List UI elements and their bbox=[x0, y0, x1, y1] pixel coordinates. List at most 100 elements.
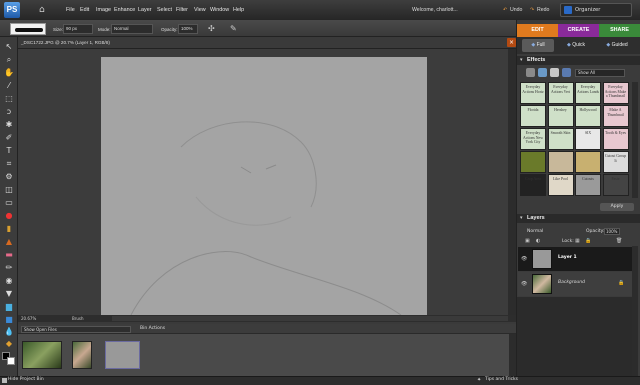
effects-filter-select[interactable]: Show All bbox=[575, 69, 625, 77]
effect-thumbnail[interactable]: Smooth Skin bbox=[547, 128, 574, 150]
magic-wand-tool-icon[interactable]: ✱ bbox=[3, 120, 15, 130]
collapse-layers-icon[interactable]: ▾ bbox=[520, 215, 523, 221]
airbrush-icon[interactable]: ✣ bbox=[208, 24, 215, 33]
effect-thumbnail[interactable] bbox=[575, 151, 601, 173]
menu-help[interactable]: Help bbox=[233, 7, 244, 13]
bin-scrollbar[interactable] bbox=[509, 334, 516, 376]
visibility-eye-icon[interactable]: 👁 bbox=[521, 281, 527, 287]
undo-button[interactable]: Undo bbox=[510, 5, 522, 15]
menu-window[interactable]: Window bbox=[210, 7, 229, 13]
redo-button[interactable]: Redo bbox=[537, 5, 549, 15]
smart-brush-tool-icon[interactable]: ◉ bbox=[3, 276, 15, 286]
effect-thumbnail[interactable]: Everyday Actions Lands bbox=[575, 82, 601, 104]
paint-bucket-tool-icon[interactable]: ▼ bbox=[3, 289, 15, 299]
layer-row-background[interactable]: 👁 Background 🔒 bbox=[518, 272, 632, 296]
hide-bin-icon[interactable] bbox=[2, 378, 7, 383]
hide-project-bin-button[interactable]: Hide Project Bin bbox=[8, 377, 44, 382]
close-document-icon[interactable]: × bbox=[507, 38, 516, 47]
tab-full[interactable]: ◆ Full bbox=[522, 39, 554, 52]
menu-file[interactable]: File bbox=[66, 7, 75, 13]
mode-select[interactable]: Normal bbox=[111, 24, 153, 34]
delete-layer-icon[interactable]: 🗑 bbox=[616, 238, 622, 244]
clone-stamp-tool-icon[interactable]: ▲ bbox=[3, 237, 15, 247]
menu-edit[interactable]: Edit bbox=[80, 7, 89, 13]
gradient-tool-icon[interactable]: ▆ bbox=[3, 302, 15, 312]
canvas-horizontal-scrollbar[interactable] bbox=[112, 316, 508, 321]
red-eye-tool-icon[interactable]: ● bbox=[3, 211, 15, 221]
eyedropper-tool-icon[interactable]: ⁄ bbox=[3, 81, 15, 91]
recompose-tool-icon[interactable]: ⚙ bbox=[3, 172, 15, 182]
sponge-tool-icon[interactable]: ◆ bbox=[3, 339, 15, 349]
bin-thumbnail-3[interactable] bbox=[105, 341, 140, 369]
menu-enhance[interactable]: Enhance bbox=[114, 7, 135, 13]
straighten-tool-icon[interactable]: ▭ bbox=[3, 198, 15, 208]
effect-thumbnail[interactable]: Hershey bbox=[547, 105, 574, 127]
crop-tool-icon[interactable]: ⌗ bbox=[3, 159, 15, 169]
quick-selection-tool-icon[interactable]: ✐ bbox=[3, 133, 15, 143]
background-color-swatch[interactable] bbox=[7, 357, 15, 365]
lock-transparency-icon[interactable]: ▦ bbox=[575, 238, 580, 244]
home-icon[interactable]: ⌂ bbox=[39, 5, 49, 15]
brush-tool-icon[interactable]: ✏ bbox=[3, 263, 15, 273]
effect-thumbnail[interactable]: SIX bbox=[575, 128, 601, 150]
photo-effects-icon[interactable] bbox=[550, 68, 559, 77]
effect-thumbnail[interactable] bbox=[547, 151, 574, 173]
tab-guided[interactable]: ◆ Guided bbox=[598, 39, 636, 52]
shape-tool-icon[interactable]: ■ bbox=[3, 315, 15, 325]
effect-thumbnail[interactable]: Paste bbox=[602, 174, 629, 196]
visibility-eye-icon[interactable]: 👁 bbox=[521, 256, 527, 262]
effect-thumbnail[interactable]: Hollywood bbox=[575, 105, 601, 127]
eraser-tool-icon[interactable]: ▬ bbox=[3, 250, 15, 260]
brush-preset-picker[interactable] bbox=[10, 23, 46, 35]
blur-tool-icon[interactable]: 💧 bbox=[3, 327, 15, 337]
opacity-field[interactable]: 100% bbox=[178, 24, 198, 34]
effect-thumbnail[interactable]: Everyday Actions Vert bbox=[547, 82, 574, 104]
lasso-tool-icon[interactable]: ↄ bbox=[3, 107, 15, 117]
tab-edit[interactable]: EDIT bbox=[517, 24, 558, 37]
tab-quick[interactable]: ◆ Quick bbox=[560, 39, 592, 52]
adjustment-layer-icon[interactable]: ◐ bbox=[536, 238, 540, 244]
effect-thumbnail[interactable]: Everyday Actions Horiz bbox=[520, 82, 546, 104]
effect-thumbnail[interactable] bbox=[520, 151, 546, 173]
organizer-button[interactable]: Organizer bbox=[560, 3, 632, 17]
collapse-effects-icon[interactable]: ▾ bbox=[520, 57, 523, 63]
bin-actions-menu[interactable]: Bin Actions bbox=[140, 326, 165, 331]
bin-thumbnail-1[interactable] bbox=[22, 341, 62, 369]
effect-thumbnail[interactable]: Cutout Group It bbox=[602, 151, 629, 173]
filters-icon[interactable] bbox=[526, 68, 535, 77]
blend-mode-select[interactable]: Normal bbox=[527, 229, 543, 234]
effect-thumbnail[interactable]: Crop Area bbox=[520, 174, 546, 196]
effect-thumbnail[interactable]: Like Pool bbox=[547, 174, 574, 196]
bin-thumbnail-2[interactable] bbox=[72, 341, 92, 369]
all-effects-icon[interactable] bbox=[562, 68, 571, 77]
layer-styles-icon[interactable] bbox=[538, 68, 547, 77]
canvas-vertical-scrollbar[interactable] bbox=[508, 49, 516, 315]
effect-thumbnail[interactable]: Cutouts bbox=[575, 174, 601, 196]
tab-create[interactable]: CREATE bbox=[558, 24, 599, 37]
redo-icon[interactable]: ↷ bbox=[530, 5, 534, 15]
move-tool-icon[interactable]: ↖ bbox=[3, 42, 15, 52]
zoom-tool-icon[interactable]: ⌕ bbox=[3, 55, 15, 65]
tablet-options-icon[interactable]: ✎ bbox=[230, 24, 237, 33]
tab-share[interactable]: SHARE bbox=[599, 24, 640, 37]
effect-thumbnail[interactable]: Everyday Actions New York City bbox=[520, 128, 546, 150]
effect-thumbnail[interactable]: Tooth & Eyes bbox=[602, 128, 629, 150]
effect-thumbnail[interactable]: Make A Thumbnail bbox=[602, 105, 629, 127]
apply-effect-button[interactable]: Apply bbox=[600, 203, 634, 211]
type-tool-icon[interactable]: T bbox=[3, 146, 15, 156]
menu-image[interactable]: Image bbox=[96, 7, 111, 13]
menu-view[interactable]: View bbox=[194, 7, 206, 13]
tips-and-tricks-button[interactable]: Tips and Tricks bbox=[485, 377, 518, 382]
spot-healing-tool-icon[interactable]: ▮ bbox=[3, 224, 15, 234]
cookie-cutter-tool-icon[interactable]: ◫ bbox=[3, 185, 15, 195]
hand-tool-icon[interactable]: ✋ bbox=[3, 68, 15, 78]
bin-show-select[interactable]: Show Open Files bbox=[21, 326, 131, 333]
effects-scrollbar[interactable] bbox=[632, 82, 638, 198]
marquee-tool-icon[interactable]: ⬚ bbox=[3, 94, 15, 104]
undo-icon[interactable]: ↶ bbox=[503, 5, 507, 15]
size-field[interactable]: 90 px bbox=[63, 24, 93, 34]
effect-thumbnail[interactable]: Florida bbox=[520, 105, 546, 127]
effect-thumbnail[interactable]: Everyday Actions Make a Thumbnail bbox=[602, 82, 629, 104]
layer-row-layer-1[interactable]: 👁 Layer 1 bbox=[518, 247, 632, 271]
lock-all-icon[interactable]: 🔒 bbox=[585, 238, 591, 244]
